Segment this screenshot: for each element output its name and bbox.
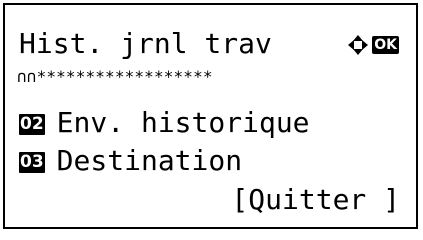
menu-item-label: Destination [56, 144, 243, 177]
four-way-arrow-icon [348, 35, 369, 55]
ok-key-icon: OK [372, 36, 399, 54]
navigation-keys-indicator: OK [347, 34, 399, 56]
menu-item-env-historique[interactable]: 02 Env. historique [19, 106, 310, 140]
item-number-badge: 02 [19, 114, 45, 135]
quit-softkey[interactable]: [Quitter ] [231, 183, 400, 217]
menu-item-label: Env. historique [56, 106, 310, 139]
menu-item-destination[interactable]: 03 Destination [19, 144, 242, 178]
screen-title: Hist. jrnl trav [19, 27, 272, 60]
separator-line: ∩∩****************** [17, 67, 213, 86]
lcd-panel: Hist. jrnl trav OK ∩∩****************** … [3, 3, 418, 229]
item-number-badge: 03 [19, 152, 45, 173]
